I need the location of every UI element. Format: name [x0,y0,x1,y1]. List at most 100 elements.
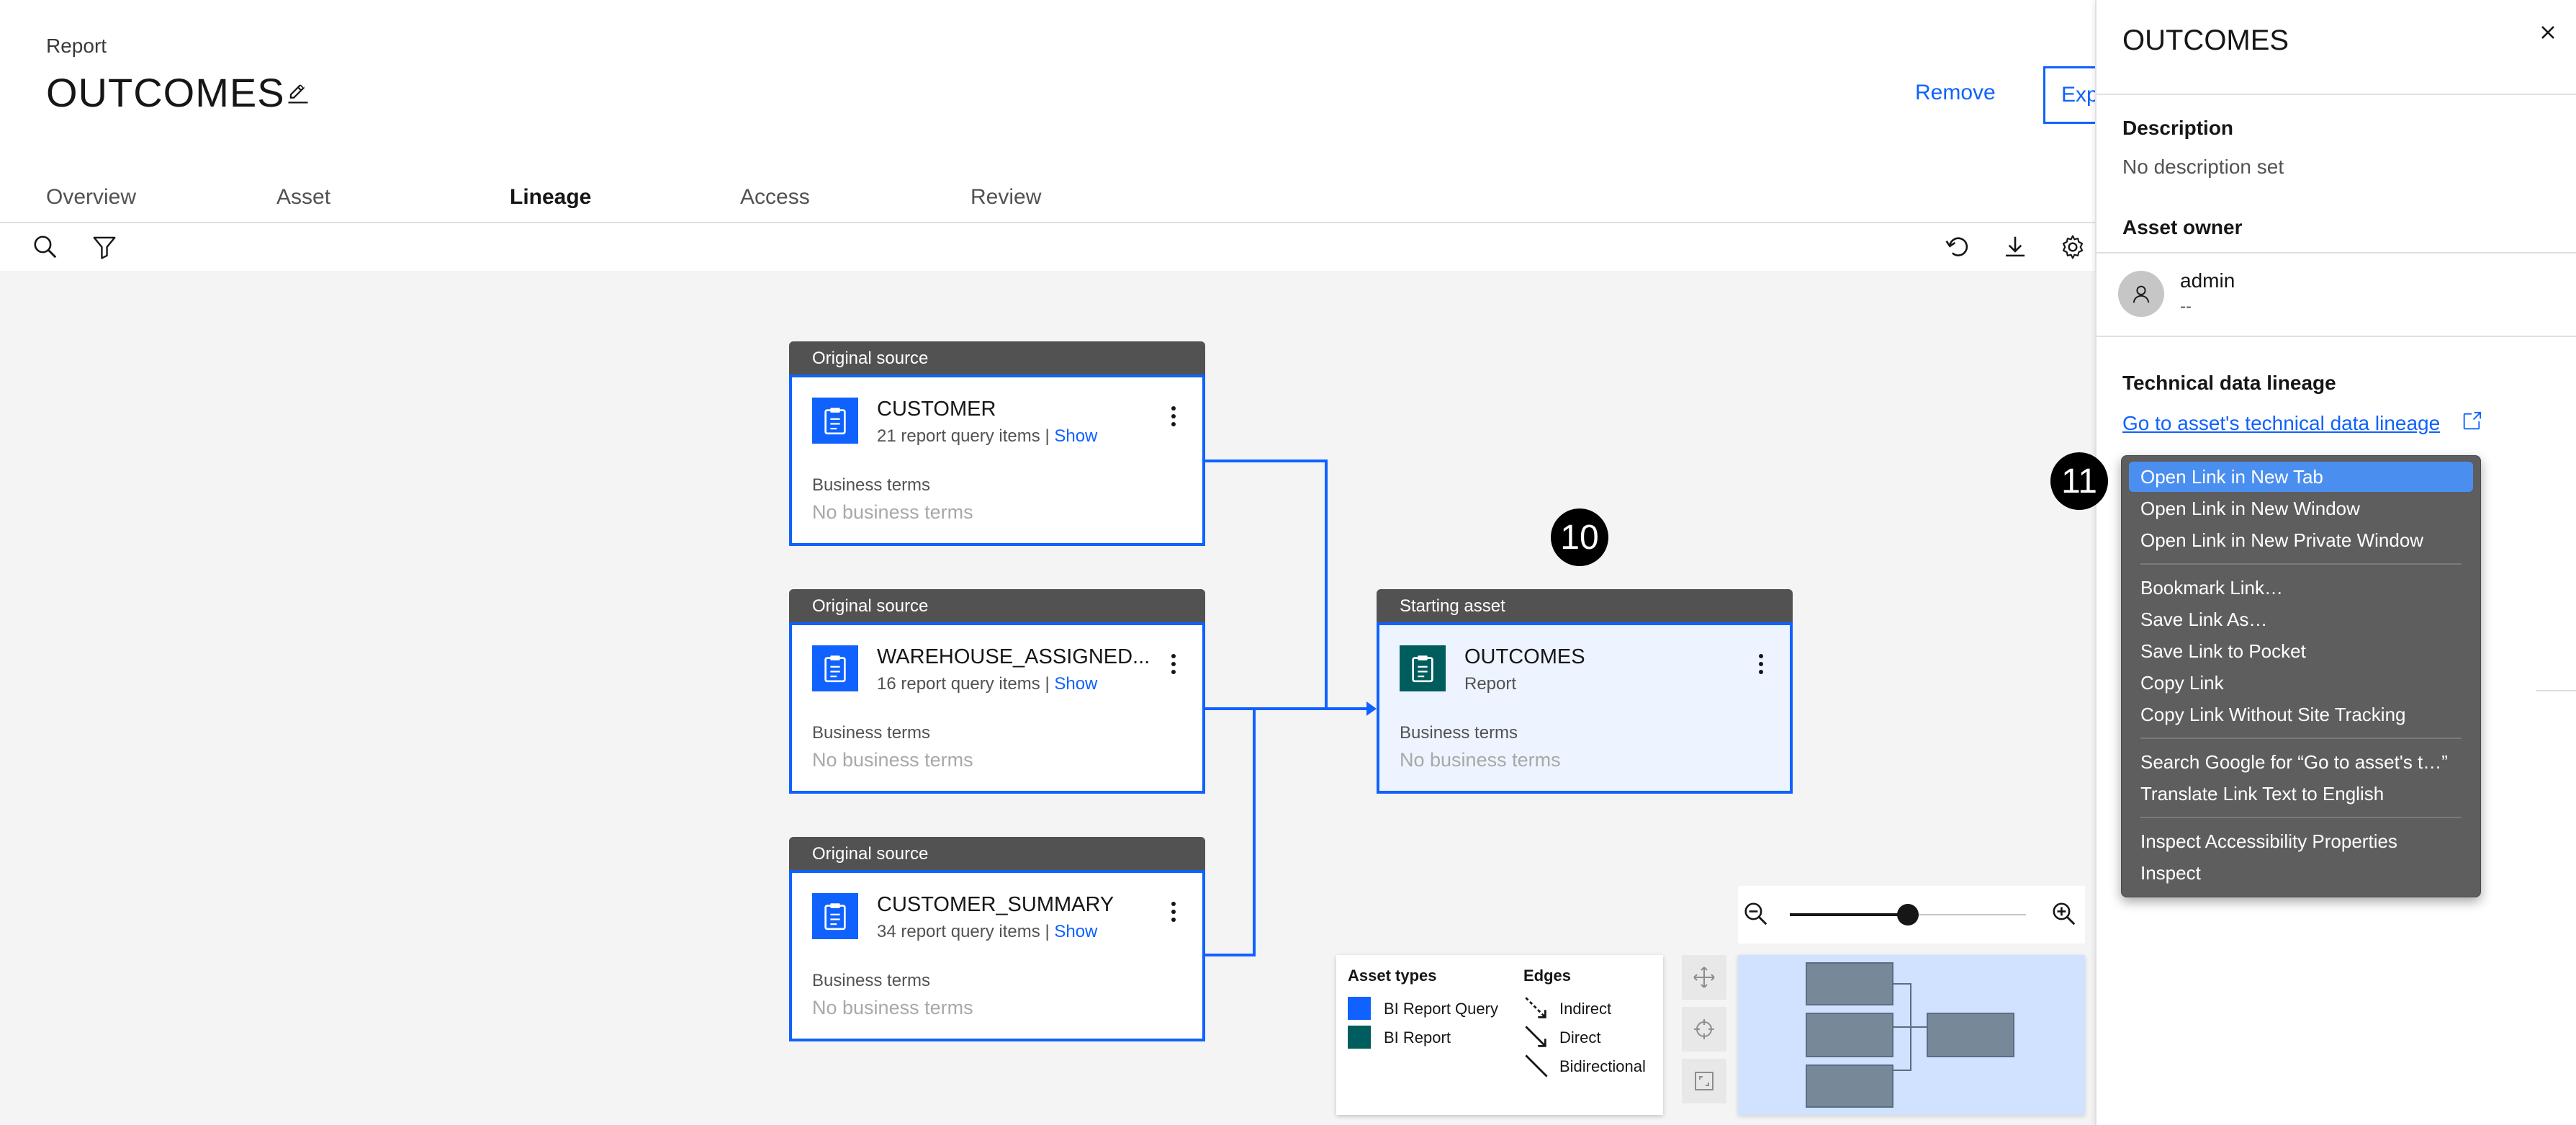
legend-edges-title: Edges [1523,967,1572,985]
tab-list: Overview Asset Lineage Access Review [23,176,1181,225]
filter-icon[interactable] [91,233,118,261]
reset-icon[interactable] [1944,233,1971,261]
tab-review[interactable]: Review [947,176,1181,222]
tab-access[interactable]: Access [717,176,947,222]
show-link[interactable]: Show [1054,922,1097,941]
menu-separator [2140,817,2462,818]
edge-line [1204,707,1374,710]
minimap[interactable] [1738,955,2085,1115]
business-terms-value: No business terms [1400,749,1561,771]
legend-asset-types-title: Asset types [1348,967,1437,985]
fit-to-screen-icon[interactable] [1682,1059,1726,1103]
node-title: CUSTOMER [877,398,996,421]
tab-overview[interactable]: Overview [23,176,253,222]
node-header: Original source [789,837,1205,870]
business-terms-label: Business terms [1400,723,1518,743]
menu-item-open-new-tab[interactable]: Open Link in New Tab [2129,462,2473,492]
menu-item-inspect[interactable]: Inspect [2129,858,2473,888]
node-subtitle: Report [1464,674,1517,694]
show-link[interactable]: Show [1054,426,1097,446]
overflow-menu-icon[interactable] [1171,406,1176,431]
remove-button[interactable]: Remove [1915,81,1996,105]
menu-item-translate-link[interactable]: Translate Link Text to English [2129,779,2473,809]
show-link[interactable]: Show [1054,674,1097,694]
indirect-edge-icon [1523,995,1549,1025]
lineage-node-warehouse[interactable]: Original source WAREHOUSE_ASSIGNED... 16… [789,589,1205,794]
center-icon[interactable] [1682,1007,1726,1052]
legend: Asset types Edges BI Report Query BI Rep… [1336,955,1663,1115]
zoom-slider-thumb[interactable] [1897,904,1919,925]
menu-item-search-google[interactable]: Search Google for “Go to asset's t…” [2129,747,2473,777]
download-icon[interactable] [2001,233,2029,261]
asset-owner-label: Asset owner [2122,216,2243,238]
node-body[interactable]: CUSTOMER_SUMMARY 34 report query items |… [789,870,1205,1041]
lineage-toolbar [0,222,2095,272]
business-terms-label: Business terms [812,723,931,743]
report-query-icon [812,645,858,691]
launch-icon[interactable] [2461,411,2482,436]
report-icon [1400,645,1446,691]
edit-icon[interactable] [285,81,311,107]
close-icon[interactable] [2539,23,2557,42]
breadcrumb[interactable]: Report [46,35,107,58]
minimap-node [1927,1013,2014,1057]
edge-line [1253,707,1256,955]
node-title: WAREHOUSE_ASSIGNED... [877,645,1150,668]
node-subtitle: 34 report query items | Show [877,922,1098,941]
node-title: OUTCOMES [1464,645,1585,668]
zoom-in-icon[interactable] [2050,900,2078,931]
lineage-canvas[interactable]: Original source CUSTOMER 21 report query… [0,271,2095,1125]
tab-lineage[interactable]: Lineage [487,176,717,225]
zoom-slider-track[interactable] [1790,904,2026,925]
pan-icon[interactable] [1682,955,1726,1000]
overflow-menu-icon[interactable] [1758,654,1764,678]
zoom-control [1738,886,2085,944]
legend-edge: Direct [1559,1028,1601,1046]
search-icon[interactable] [32,233,59,261]
browser-context-menu: Open Link in New Tab Open Link in New Wi… [2121,455,2481,897]
lineage-node-customer-summary[interactable]: Original source CUSTOMER_SUMMARY 34 repo… [789,837,1205,1041]
node-body[interactable]: OUTCOMES Report Business terms No busine… [1377,622,1793,794]
technical-lineage-link[interactable]: Go to asset's technical data lineage [2122,412,2440,435]
edge-arrow-icon [1366,702,1377,716]
menu-item-open-new-window[interactable]: Open Link in New Window [2129,493,2473,524]
lineage-node-customer[interactable]: Original source CUSTOMER 21 report query… [789,341,1205,546]
node-body[interactable]: WAREHOUSE_ASSIGNED... 16 report query it… [789,622,1205,794]
menu-item-open-private-window[interactable]: Open Link in New Private Window [2129,525,2473,555]
minimap-node [1806,1065,1893,1108]
business-terms-label: Business terms [812,971,931,990]
direct-edge-icon [1523,1024,1549,1054]
menu-item-copy-link-no-tracking[interactable]: Copy Link Without Site Tracking [2129,699,2473,730]
business-terms-value: No business terms [812,997,973,1018]
legend-asset-type: BI Report Query [1384,1000,1498,1018]
divider [2097,336,2576,337]
menu-item-inspect-accessibility[interactable]: Inspect Accessibility Properties [2129,826,2473,856]
minimap-connectors [1888,983,1928,1071]
legend-asset-type: BI Report [1384,1028,1451,1046]
menu-item-save-link-as[interactable]: Save Link As… [2129,604,2473,635]
overflow-menu-icon[interactable] [1171,902,1176,926]
edge-line [1325,460,1328,709]
menu-item-save-to-pocket[interactable]: Save Link to Pocket [2129,636,2473,666]
avatar [2118,271,2164,317]
node-body[interactable]: CUSTOMER 21 report query items | Show Bu… [789,375,1205,546]
export-button[interactable]: Exp [2043,66,2101,124]
settings-icon[interactable] [2059,233,2086,261]
business-terms-value: No business terms [812,749,973,771]
zoom-out-icon[interactable] [1742,900,1770,931]
description-label: Description [2122,117,2234,139]
lineage-node-outcomes[interactable]: Starting asset OUTCOMES Report Business … [1377,589,1793,794]
report-query-icon [812,398,858,444]
node-header: Original source [789,341,1205,375]
node-header: Original source [789,589,1205,622]
page-title: OUTCOMES [46,70,285,115]
overflow-menu-icon[interactable] [1171,654,1176,678]
menu-item-copy-link[interactable]: Copy Link [2129,668,2473,698]
technical-lineage-label: Technical data lineage [2122,372,2336,394]
panel-title: OUTCOMES [2122,24,2289,56]
tab-asset[interactable]: Asset [253,176,484,222]
owner-subtext: -- [2180,297,2192,316]
bi-report-swatch-icon [1348,1026,1371,1049]
menu-item-bookmark-link[interactable]: Bookmark Link… [2129,573,2473,603]
business-terms-value: No business terms [812,501,973,523]
